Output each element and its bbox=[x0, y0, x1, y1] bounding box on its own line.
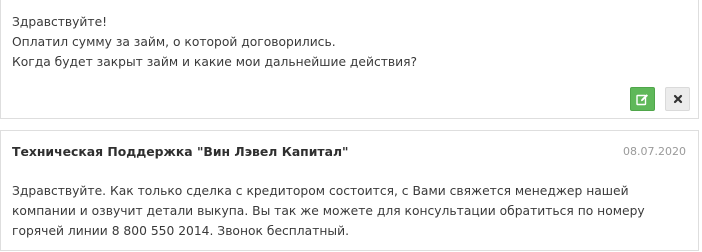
message-date: 08.07.2020 bbox=[623, 145, 686, 158]
close-icon bbox=[673, 94, 682, 104]
edit-icon bbox=[636, 93, 648, 105]
user-message-card: Здравствуйте! Оплатил сумму за займ, о к… bbox=[0, 0, 699, 119]
user-message-line: Здравствуйте! bbox=[12, 15, 108, 29]
support-author: Техническая Поддержка "Вин Лэвел Капитал… bbox=[12, 144, 349, 159]
support-message-card: Техническая Поддержка "Вин Лэвел Капитал… bbox=[0, 130, 699, 251]
support-message-text: Здравствуйте. Как только сделка с кредит… bbox=[12, 184, 645, 238]
user-message-text: Здравствуйте! Оплатил сумму за займ, о к… bbox=[12, 12, 417, 72]
user-message-line: Оплатил сумму за займ, о которой договор… bbox=[12, 35, 336, 49]
edit-message-button[interactable] bbox=[630, 87, 655, 111]
delete-message-button[interactable] bbox=[665, 87, 690, 111]
user-message-line: Когда будет закрыт займ и какие мои даль… bbox=[12, 55, 418, 69]
